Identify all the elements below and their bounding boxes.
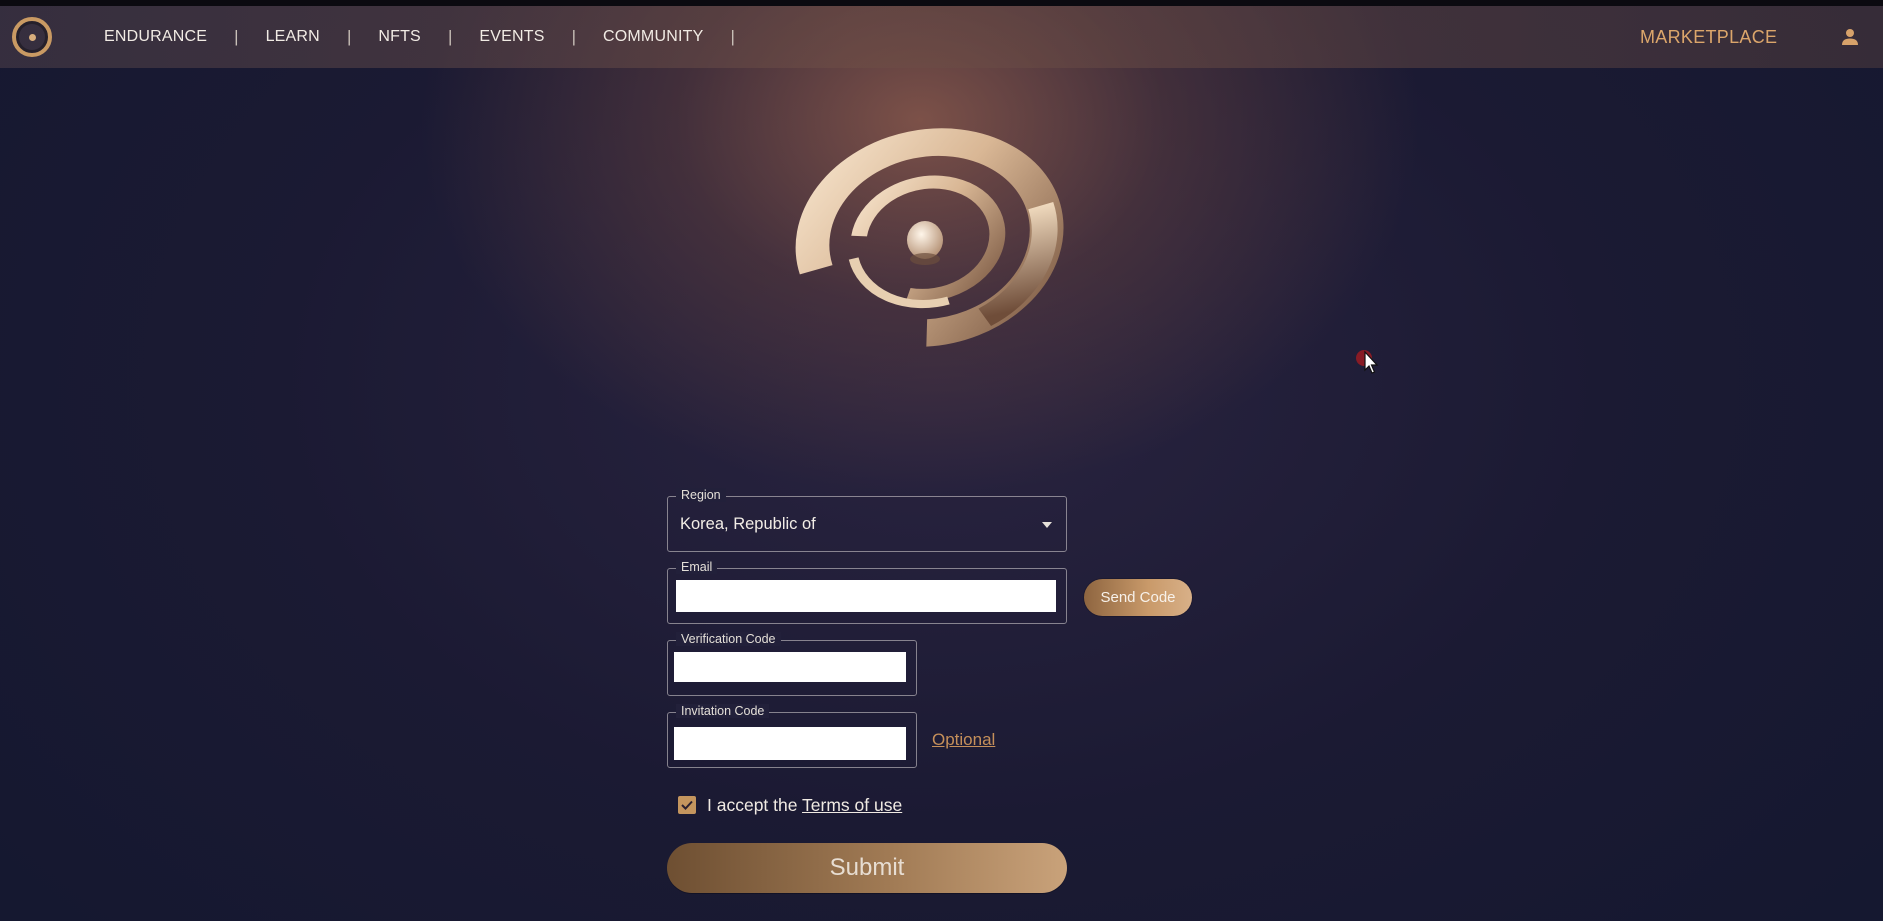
terms-of-use-link[interactable]: Terms of use [802,795,902,815]
email-field: Email [667,560,1067,624]
verification-code-label: Verification Code [676,632,781,646]
terms-checkbox[interactable] [678,796,696,814]
nav-item-learn[interactable]: LEARN [266,28,320,46]
nav-item-nfts[interactable]: NFTS [378,28,421,46]
email-input[interactable] [676,580,1056,612]
main-nav: ENDURANCE | LEARN | NFTS | EVENTS | COMM… [104,6,762,68]
checkmark-icon [681,800,693,810]
terms-statement: I accept the Terms of use [707,795,902,816]
nav-item-marketplace[interactable]: MARKETPLACE [1640,6,1777,68]
region-label: Region [676,488,726,502]
nav-separator: | [234,27,239,46]
verification-code-input[interactable] [674,652,906,682]
nav-item-endurance[interactable]: ENDURANCE [104,28,207,46]
brand-logo-3d-icon [795,128,1064,347]
invitation-code-label: Invitation Code [676,704,770,718]
terms-prefix: I accept the [707,795,803,815]
nav-separator: | [571,27,576,46]
submit-button[interactable]: Submit [667,843,1067,893]
nav-separator: | [730,27,735,46]
region-value: Korea, Republic of [680,515,816,533]
send-code-button[interactable]: Send Code [1084,579,1192,616]
nav-separator: | [346,27,352,46]
region-select[interactable]: Region Korea, Republic of [667,488,1067,552]
nav-item-community[interactable]: COMMUNITY [603,28,703,46]
user-icon[interactable] [1841,28,1859,46]
email-label: Email [676,560,718,574]
caret-down-icon [1042,522,1052,528]
mouse-pointer-icon [1356,350,1379,374]
invitation-code-input[interactable] [674,727,906,760]
verification-code-field: Verification Code [667,632,917,696]
invitation-code-field: Invitation Code [667,704,917,768]
logo-center-dot [28,33,36,41]
nav-separator: | [447,27,453,46]
top-navbar: ENDURANCE | LEARN | NFTS | EVENTS | COMM… [0,6,1883,68]
nav-item-events[interactable]: EVENTS [479,28,544,46]
optional-link[interactable]: Optional [932,730,995,750]
brand-logo-icon[interactable] [12,17,52,57]
